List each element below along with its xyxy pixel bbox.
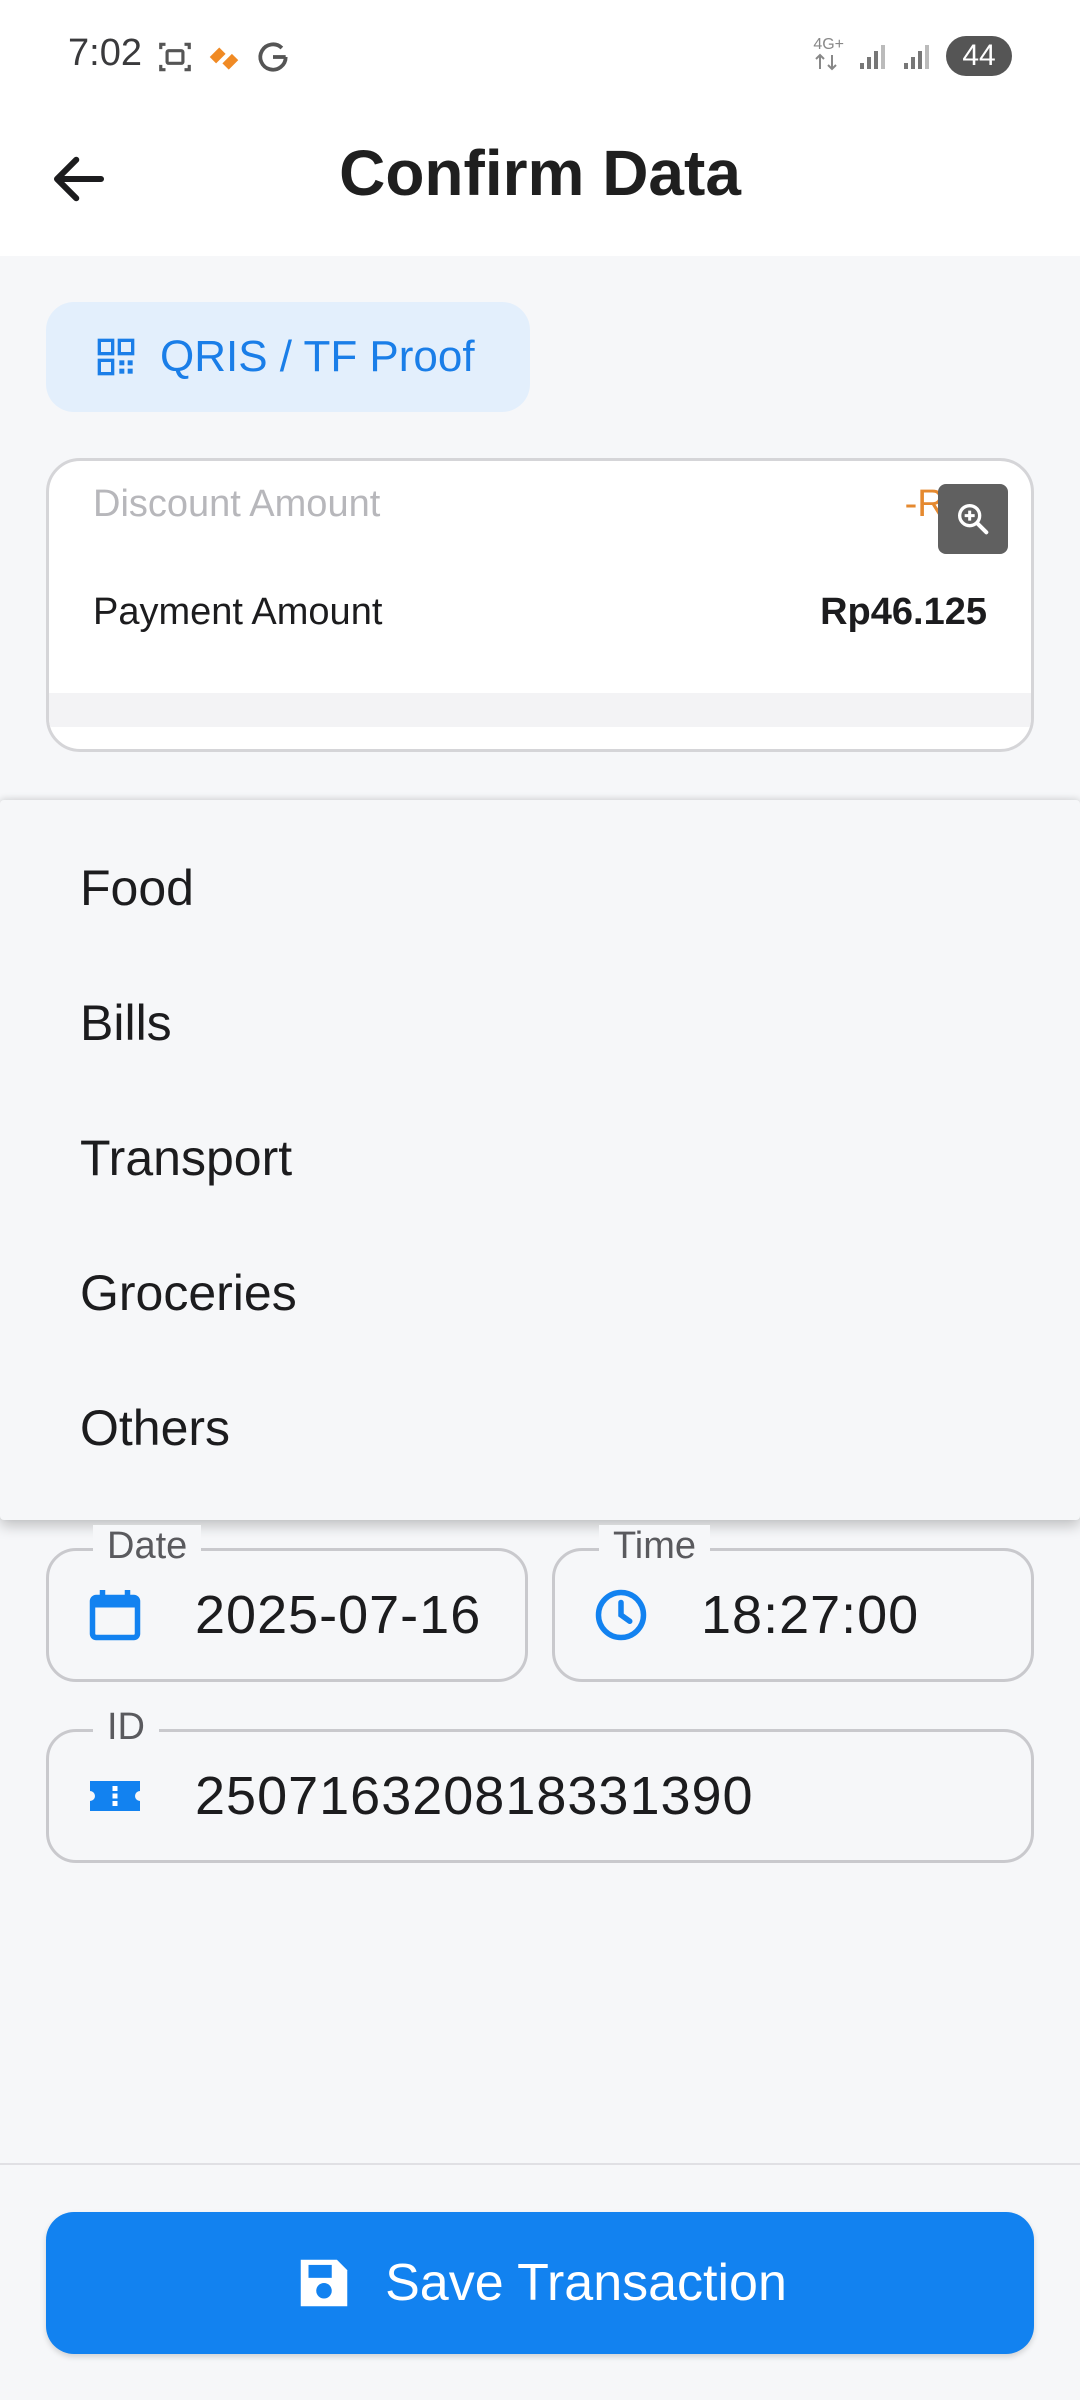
menu-item-transport[interactable]: Transport (0, 1090, 1080, 1225)
qr-code-icon (97, 338, 135, 376)
menu-item-food[interactable]: Food (0, 820, 1080, 955)
signal-icon-2 (904, 45, 929, 69)
qris-proof-chip[interactable]: QRIS / TF Proof (46, 302, 530, 412)
time-value: 18:27:00 (701, 1585, 920, 1645)
menu-item-bills[interactable]: Bills (0, 955, 1080, 1090)
calendar-icon (83, 1583, 147, 1647)
date-field-label: Date (93, 1525, 202, 1568)
zoom-in-icon (958, 503, 989, 535)
transaction-id-value: 250716320818331390 (195, 1766, 754, 1826)
save-icon (300, 2259, 348, 2307)
network-type-icon: 4G+ (813, 36, 844, 76)
ticket-icon (83, 1764, 147, 1828)
bottom-divider (0, 2163, 1080, 2165)
signal-icon (860, 45, 885, 69)
save-transaction-button[interactable]: Save Transaction (46, 2212, 1034, 2354)
time-field-label: Time (599, 1525, 711, 1568)
time-field[interactable]: Time 18:27:00 (552, 1525, 1034, 1682)
menu-item-others[interactable]: Others (0, 1360, 1080, 1495)
transaction-id-field[interactable]: ID 250716320818331390 (46, 1706, 1034, 1863)
page-title: Confirm Data (339, 137, 741, 209)
payment-value: Rp46.125 (820, 591, 987, 633)
g-letter-icon (258, 42, 288, 72)
status-system-icons: 4G+ 44 (813, 36, 1012, 76)
date-field[interactable]: Date 2025-07-16 (46, 1525, 528, 1682)
screenshot-icon (159, 42, 191, 72)
zoom-button[interactable] (938, 484, 1008, 554)
date-value: 2025-07-16 (195, 1585, 482, 1645)
amount-summary-card: Discount Amount -Rp5 Payment Amount Rp46… (46, 458, 1034, 752)
app-logo-icon (209, 47, 239, 70)
payment-label: Payment Amount (93, 591, 383, 633)
id-field-label: ID (93, 1706, 159, 1749)
status-time: 7:02 (68, 32, 142, 74)
clock-icon (589, 1583, 653, 1647)
discount-label: Discount Amount (93, 483, 381, 525)
battery-icon: 44 (946, 36, 1012, 76)
status-notification-icons (156, 38, 292, 76)
card-footer (49, 693, 1031, 727)
menu-item-groceries[interactable]: Groceries (0, 1225, 1080, 1360)
save-button-label: Save Transaction (385, 2254, 787, 2312)
category-dropdown-menu: Food Bills Transport Groceries Others (0, 800, 1080, 1520)
qris-chip-label: QRIS / TF Proof (160, 332, 475, 381)
